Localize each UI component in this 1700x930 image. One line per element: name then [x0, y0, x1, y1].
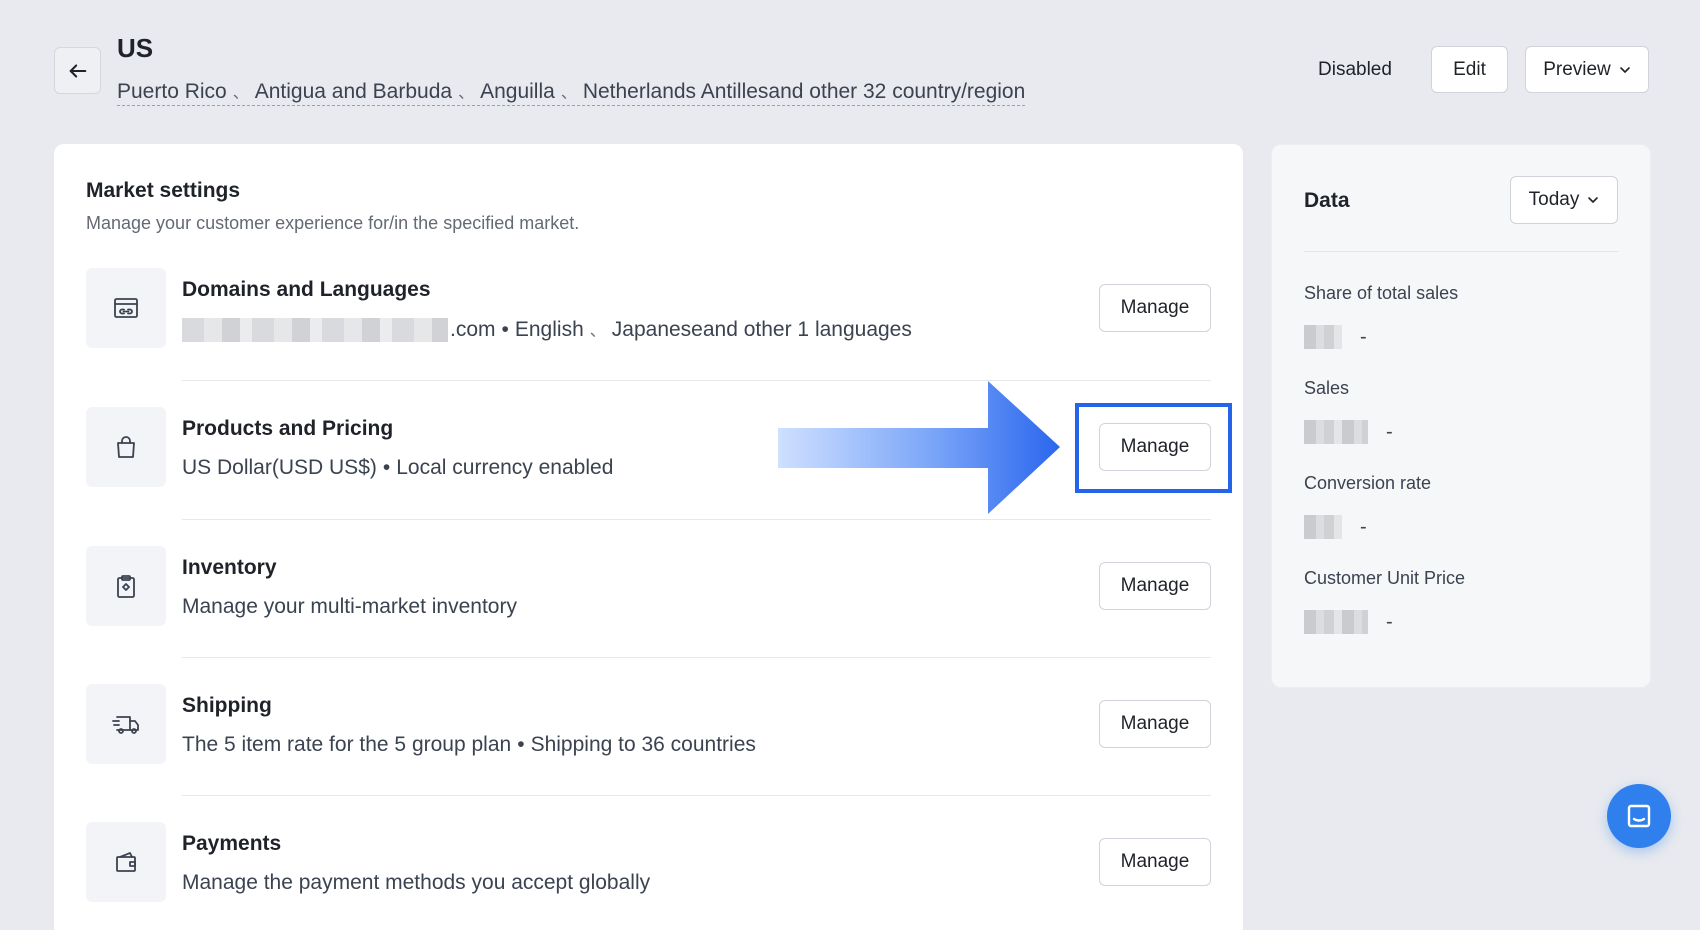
- setting-row-inventory: Inventory Manage your multi-market inven…: [86, 546, 1211, 626]
- setting-row-shipping: Shipping The 5 item rate for the 5 group…: [86, 684, 1211, 764]
- language-secondary: Japaneseand other 1 languages: [611, 318, 912, 341]
- shipping-plan-text: The 5 item rate for the 5 group plan: [182, 733, 512, 756]
- region-item: Anguilla: [480, 80, 555, 103]
- region-item: Puerto Rico: [117, 80, 227, 103]
- wallet-icon: [86, 822, 166, 902]
- metric-label: Share of total sales: [1304, 283, 1459, 303]
- setting-description: .com • English、 Japaneseand other 1 languag…: [182, 317, 912, 343]
- setting-description: The 5 item rate for the 5 group plan • Shi…: [182, 733, 756, 756]
- metric-label: Customer Unit Price: [1304, 568, 1466, 588]
- setting-row-domains: Domains and Languages .com • English、 Japan…: [86, 268, 1211, 348]
- setting-description: US Dollar(USD US$) • Local currency enable…: [182, 456, 614, 479]
- chat-button[interactable]: [1607, 784, 1671, 848]
- market-status: Disabled: [1318, 59, 1392, 80]
- region-separator: 、: [458, 85, 475, 102]
- region-separator: 、: [232, 85, 249, 102]
- preview-button[interactable]: Preview: [1525, 46, 1649, 93]
- metric-label: Conversion rate: [1304, 473, 1432, 493]
- currency-text: US Dollar(USD US$): [182, 456, 377, 479]
- redacted-value: [1304, 610, 1368, 634]
- domain-suffix: .com: [450, 318, 496, 341]
- market-settings-card: Market settings Manage your customer exp…: [54, 144, 1243, 930]
- chevron-down-icon: [1619, 66, 1630, 73]
- setting-title: Shipping: [182, 694, 272, 717]
- setting-title: Domains and Languages: [182, 278, 431, 301]
- card-subtitle: Manage your customer experience for/in t…: [86, 213, 580, 233]
- clipboard-icon: [86, 546, 166, 626]
- date-range-dropdown[interactable]: Today: [1510, 176, 1618, 224]
- region-list[interactable]: Puerto Rico 、 Antigua and Barbuda 、 Anguilla…: [117, 79, 1026, 106]
- metric-label: Sales: [1304, 378, 1350, 398]
- chevron-down-icon: [1588, 197, 1599, 203]
- manage-domains-button[interactable]: Manage: [1099, 284, 1211, 332]
- redacted-value: [1304, 420, 1368, 444]
- setting-description: Manage your multi-market inventory: [182, 595, 517, 618]
- page-title: US: [117, 33, 154, 63]
- metric-value: -: [1304, 610, 1393, 634]
- data-panel: Data Today Share of total sales - Sales …: [1271, 144, 1651, 688]
- region-item: Netherlands Antillesand other 32 country…: [582, 80, 1026, 103]
- redacted-domain: [182, 318, 448, 343]
- pointer-arrow: [778, 381, 1060, 514]
- metric-value: -: [1304, 420, 1393, 444]
- preview-label: Preview: [1543, 58, 1611, 80]
- shopping-bag-icon: [86, 407, 166, 487]
- setting-description: Manage the payment methods you accept gl…: [182, 871, 651, 894]
- back-button[interactable]: [54, 47, 101, 94]
- date-range-label: Today: [1528, 189, 1580, 210]
- local-currency-text: Local currency enabled: [396, 456, 614, 479]
- setting-row-payments: Payments Manage the payment methods you …: [86, 822, 1211, 902]
- data-title: Data: [1304, 189, 1350, 212]
- manage-shipping-button[interactable]: Manage: [1099, 700, 1211, 748]
- arrow-left-icon: [69, 63, 86, 78]
- redacted-value: [1304, 515, 1342, 539]
- redacted-value: [1304, 325, 1342, 349]
- domain-link-icon: [86, 268, 166, 348]
- divider: [1304, 251, 1618, 252]
- divider: [182, 519, 1211, 520]
- metric-value: -: [1304, 325, 1367, 349]
- highlight-box: [1075, 403, 1232, 493]
- setting-title: Inventory: [182, 556, 277, 579]
- setting-title: Payments: [182, 832, 282, 855]
- truck-icon: [86, 684, 166, 764]
- divider: [182, 657, 1211, 658]
- card-title: Market settings: [86, 179, 241, 202]
- metric-value: -: [1304, 515, 1367, 539]
- edit-button[interactable]: Edit: [1431, 46, 1508, 93]
- chat-bubble-icon: [1627, 804, 1651, 828]
- shipping-countries-text: Shipping to 36 countries: [530, 733, 756, 756]
- region-item: Antigua and Barbuda: [254, 80, 453, 103]
- language-primary: English: [514, 318, 584, 341]
- manage-payments-button[interactable]: Manage: [1099, 838, 1211, 886]
- manage-inventory-button[interactable]: Manage: [1099, 562, 1211, 610]
- region-separator: 、: [560, 85, 577, 102]
- setting-title: Products and Pricing: [182, 417, 394, 440]
- divider: [182, 795, 1211, 796]
